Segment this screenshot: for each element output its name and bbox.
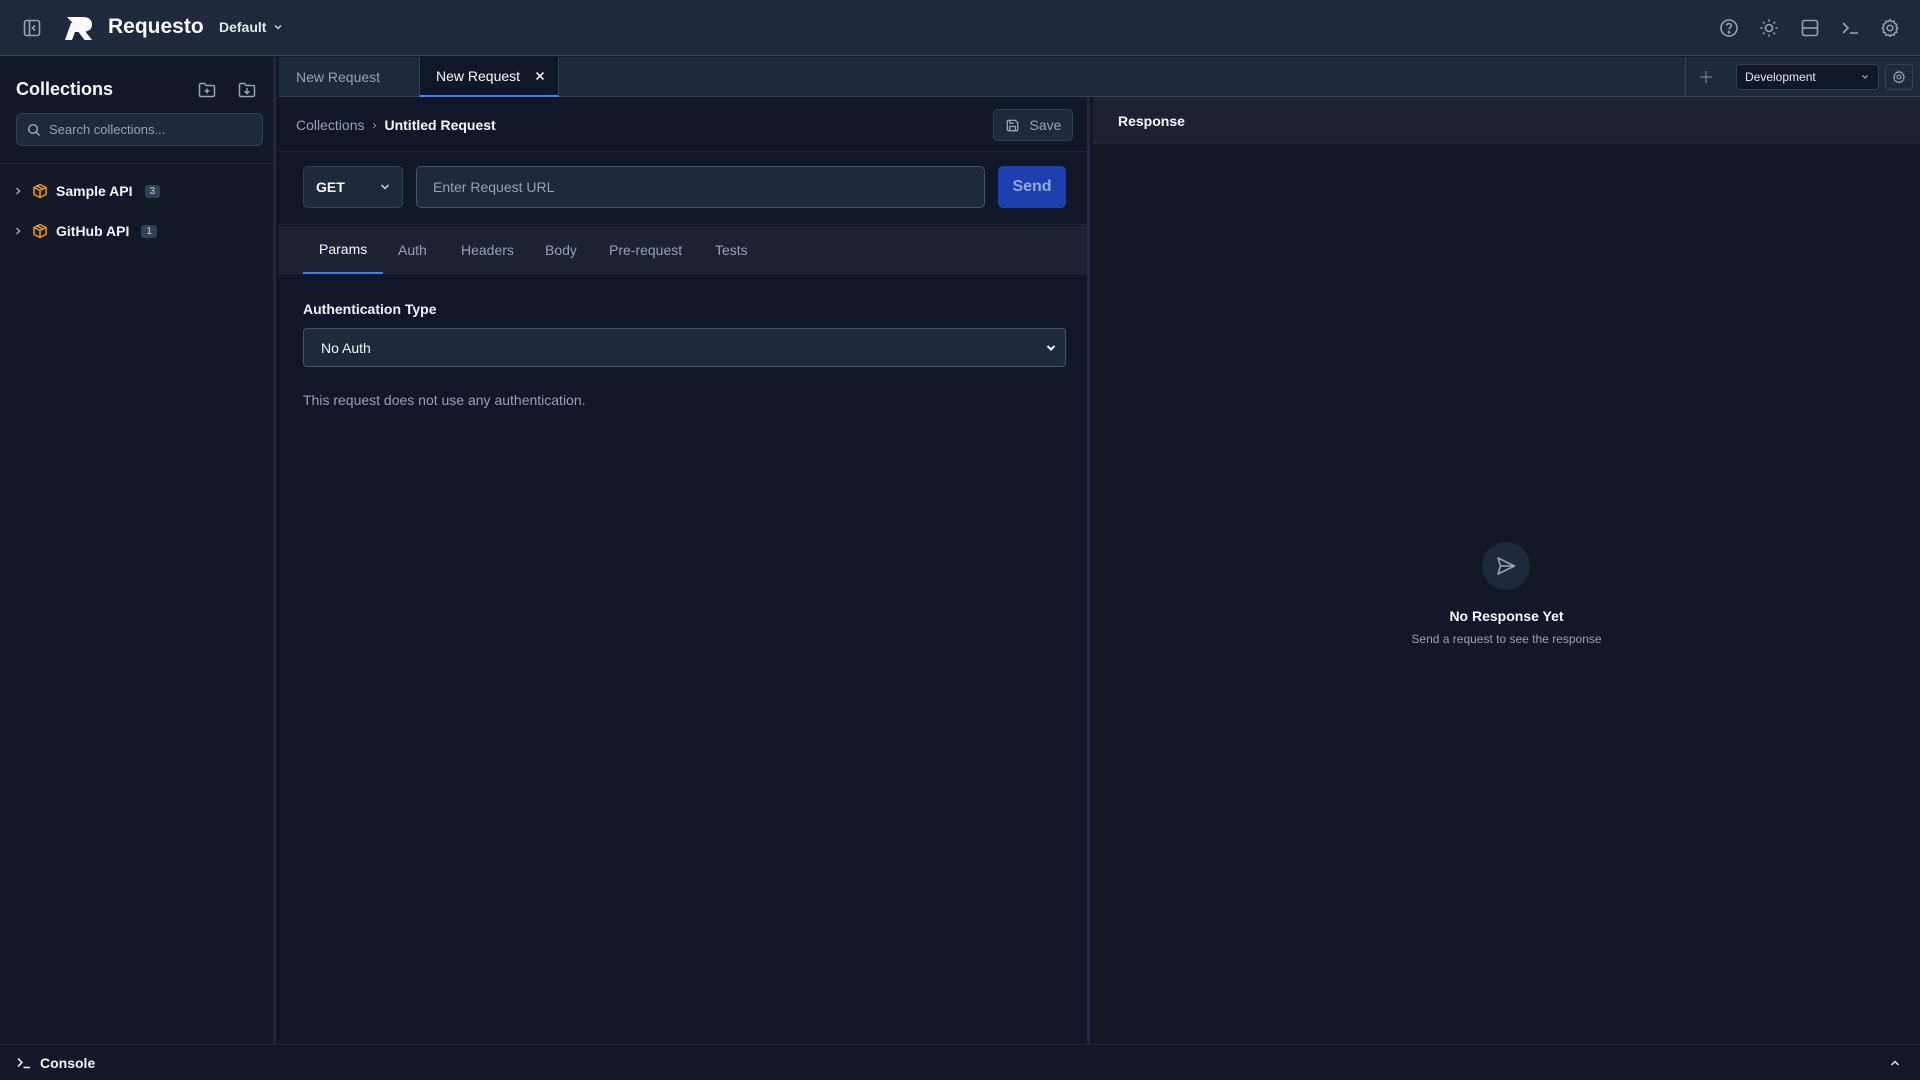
workspace-selector[interactable]: Default <box>219 19 284 35</box>
collection-count-badge: 1 <box>141 224 157 238</box>
package-icon <box>32 183 48 199</box>
search-input[interactable] <box>49 122 249 137</box>
request-tab-active[interactable]: New Request <box>419 57 559 97</box>
save-label: Save <box>1029 117 1062 133</box>
chevron-right-icon <box>12 185 24 197</box>
top-bar: Requesto Default <box>0 0 1920 56</box>
collection-name: Sample API <box>56 183 133 199</box>
search-icon <box>27 123 41 137</box>
method-select[interactable]: GET <box>303 166 403 208</box>
import-icon[interactable] <box>234 77 260 103</box>
environment-label: Development <box>1745 70 1816 84</box>
terminal-icon[interactable] <box>1838 16 1862 40</box>
console-label: Console <box>40 1055 96 1071</box>
environment-settings-icon[interactable] <box>1885 64 1913 90</box>
collection-name: GitHub API <box>56 223 130 239</box>
add-tab-plus-icon[interactable] <box>1685 57 1725 97</box>
tab-label: New Request <box>296 69 381 85</box>
save-icon <box>1005 118 1020 133</box>
request-panel: Collections › Untitled Request Save GET … <box>279 97 1090 1044</box>
response-title: Response <box>1118 113 1185 129</box>
tab-pre-request[interactable]: Pre-request <box>609 226 682 274</box>
tab-label: New Request <box>436 68 521 84</box>
breadcrumb-current: Untitled Request <box>384 117 496 133</box>
layout-icon[interactable] <box>1798 16 1822 40</box>
auth-description: This request does not use any authentica… <box>303 392 586 408</box>
response-header: Response <box>1093 97 1920 144</box>
save-button[interactable]: Save <box>993 109 1073 141</box>
collection-count-badge: 3 <box>144 184 161 198</box>
send-icon <box>1482 542 1530 590</box>
collection-item-github-api[interactable]: GitHub API 1 <box>12 217 262 245</box>
app-logo <box>64 14 96 42</box>
request-tab[interactable]: New Request <box>279 57 419 97</box>
tab-tests[interactable]: Tests <box>715 226 748 274</box>
chevron-down-icon <box>1045 342 1057 354</box>
sidebar: Collections Sampl <box>0 57 276 1044</box>
new-folder-icon[interactable] <box>194 77 220 103</box>
response-panel: Response No Response Yet Send a request … <box>1093 97 1920 1044</box>
package-icon <box>32 223 48 239</box>
tab-params[interactable]: Params <box>303 226 384 274</box>
url-row: GET Send <box>279 153 1087 225</box>
settings-icon[interactable] <box>1878 16 1902 40</box>
collections-search[interactable] <box>16 113 263 146</box>
auth-type-label: Authentication Type <box>303 301 437 317</box>
sidebar-title: Collections <box>16 79 114 99</box>
breadcrumb-root[interactable]: Collections <box>296 117 364 133</box>
chevron-down-icon <box>1860 72 1870 82</box>
tab-auth[interactable]: Auth <box>398 226 427 274</box>
auth-type-select[interactable]: No Auth <box>303 328 1066 367</box>
chevron-down-icon <box>272 21 284 33</box>
chevron-up-icon[interactable] <box>1886 1054 1904 1072</box>
tab-headers[interactable]: Headers <box>461 226 514 274</box>
theme-sun-icon[interactable] <box>1757 16 1781 40</box>
collection-item-sample-api[interactable]: Sample API 3 <box>12 177 262 205</box>
chevron-right-icon <box>12 225 24 237</box>
environment-select[interactable]: Development <box>1736 64 1879 90</box>
send-button[interactable]: Send <box>998 166 1066 208</box>
terminal-icon <box>16 1055 32 1071</box>
sidebar-divider <box>0 163 273 164</box>
breadcrumb-separator: › <box>372 118 377 132</box>
tab-body[interactable]: Body <box>545 226 577 274</box>
auth-type-value: No Auth <box>321 339 371 356</box>
help-icon[interactable] <box>1717 16 1741 40</box>
request-tabs-bar: New Request New Request Development <box>279 57 1920 97</box>
method-label: GET <box>316 179 345 195</box>
empty-state-title: No Response Yet <box>1449 608 1564 624</box>
empty-state-subtitle: Send a request to see the response <box>1411 632 1602 646</box>
breadcrumb: Collections › Untitled Request <box>296 117 496 133</box>
sidebar-toggle-icon[interactable] <box>20 16 44 40</box>
workspace-label: Default <box>219 19 267 35</box>
console-bar[interactable]: Console <box>0 1044 1920 1080</box>
request-header: Collections › Untitled Request Save <box>279 97 1087 152</box>
url-input[interactable] <box>416 166 985 208</box>
close-icon[interactable] <box>534 70 546 82</box>
app-name: Requesto <box>108 15 204 38</box>
request-sub-tabs: Params Auth Headers Body Pre-request Tes… <box>279 226 1087 274</box>
chevron-down-icon <box>378 180 392 194</box>
